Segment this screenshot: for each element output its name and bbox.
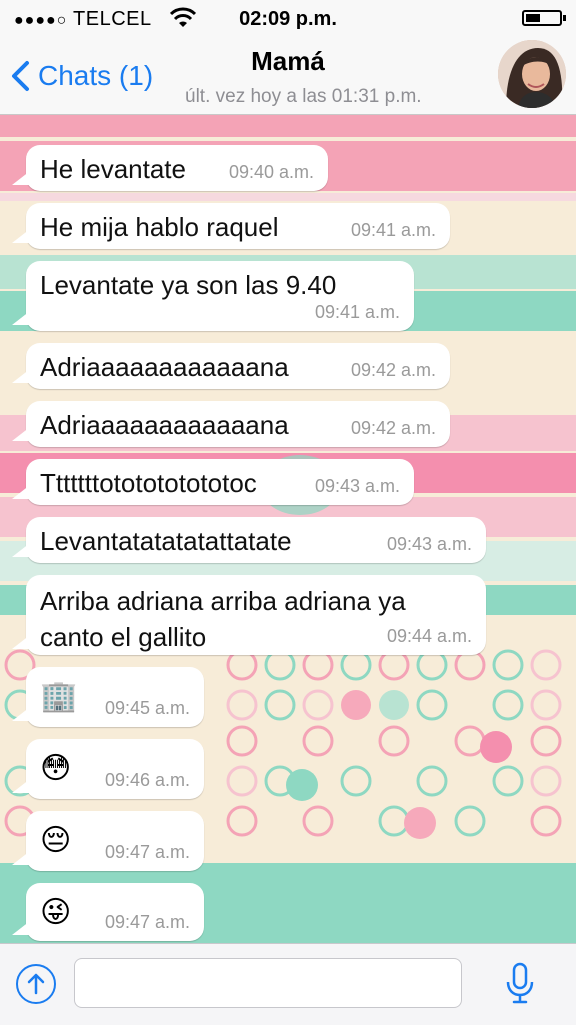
battery-icon xyxy=(522,10,566,26)
message-bubble[interactable]: 🏢 09:45 a.m. xyxy=(12,667,204,727)
message-text: Tttttttototototototoc xyxy=(40,468,257,498)
message-input[interactable] xyxy=(74,958,462,1008)
message-bubble[interactable]: He mija hablo raquel 09:41 a.m. xyxy=(12,203,450,249)
message-bubble[interactable]: Levantate ya son las 9.40 09:41 a.m. xyxy=(12,261,414,331)
message-bubble[interactable]: Adriaaaaaaaaaaaana 09:42 a.m. xyxy=(12,401,450,447)
message-bubble[interactable]: 😳 09:46 a.m. xyxy=(12,739,204,799)
message-bubble[interactable]: Levantatatatatattatate 09:43 a.m. xyxy=(12,517,486,563)
message-bubble[interactable]: 😜 09:47 a.m. xyxy=(12,883,204,941)
message-time: 09:42 a.m. xyxy=(350,418,436,438)
avatar[interactable] xyxy=(498,40,566,108)
message-time: 09:40 a.m. xyxy=(228,162,314,182)
message-text: He levantate xyxy=(40,154,186,184)
message-time: 09:42 a.m. xyxy=(350,360,436,380)
last-seen-status: últ. vez hoy a las 01:31 p.m. xyxy=(185,86,422,107)
flushed-face-emoji: 😳 xyxy=(40,752,72,785)
message-text: Adriaaaaaaaaaaaana xyxy=(40,410,289,440)
message-time: 09:45 a.m. xyxy=(104,698,190,718)
pensive-face-emoji: 😔 xyxy=(40,824,72,857)
message-bubble[interactable]: Arriba adriana arriba adriana ya canto e… xyxy=(12,575,486,655)
contact-photo xyxy=(498,40,566,108)
message-time: 09:43 a.m. xyxy=(314,476,400,496)
message-text: He mija hablo raquel xyxy=(40,212,279,242)
attach-button[interactable] xyxy=(16,964,56,1004)
message-bubble[interactable]: 😔 09:47 a.m. xyxy=(12,811,204,871)
conversation[interactable]: He levantate 09:40 a.m. He mija hablo ra… xyxy=(0,115,576,943)
message-time: 09:47 a.m. xyxy=(104,912,190,932)
clock: 02:09 p.m. xyxy=(239,8,337,30)
message-bubble[interactable]: Tttttttototototototoc 09:43 a.m. xyxy=(12,459,414,505)
contact-name[interactable]: Mamá xyxy=(0,46,576,77)
message-bubble[interactable]: Adriaaaaaaaaaaaana 09:42 a.m. xyxy=(12,343,450,389)
message-time: 09:46 a.m. xyxy=(104,770,190,790)
winking-tongue-face-emoji: 😜 xyxy=(40,896,72,929)
message-composer xyxy=(0,943,576,1025)
message-time: 09:41 a.m. xyxy=(350,220,436,240)
message-time: 09:41 a.m. xyxy=(314,302,400,322)
message-text: Levantatatatatattatate xyxy=(40,526,292,556)
message-time: 09:47 a.m. xyxy=(104,842,190,862)
message-text: Adriaaaaaaaaaaaana xyxy=(40,352,289,382)
microphone-button[interactable] xyxy=(500,960,540,1008)
chat-header: Chats (1) Mamá últ. vez hoy a las 01:31 … xyxy=(0,38,576,115)
upload-arrow-icon xyxy=(27,973,45,995)
message-bubble[interactable]: He levantate 09:40 a.m. xyxy=(12,145,328,191)
microphone-icon xyxy=(506,962,534,1004)
message-text: Levantate ya son las 9.40 xyxy=(40,270,337,300)
message-time: 09:43 a.m. xyxy=(386,534,472,554)
office-building-emoji: 🏢 xyxy=(40,680,78,713)
status-bar: ●●●●○ TELCEL 02:09 p.m. xyxy=(0,0,576,38)
message-time: 09:44 a.m. xyxy=(386,626,472,646)
